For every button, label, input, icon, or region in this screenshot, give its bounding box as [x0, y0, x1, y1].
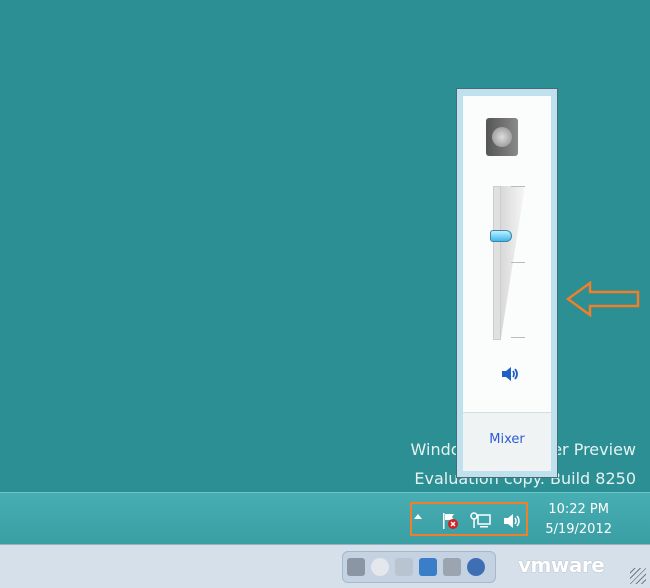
volume-popup: Mixer [456, 88, 558, 478]
notification-area-highlight [410, 502, 528, 536]
taskbar-clock[interactable]: 10:22 PM 5/19/2012 [545, 500, 612, 540]
vmware-status-bar: vmware [0, 544, 650, 588]
hard-disk-icon[interactable] [347, 558, 365, 576]
slider-tick [511, 262, 525, 263]
mixer-area: Mixer [463, 412, 551, 471]
resize-grip[interactable] [630, 568, 646, 584]
action-center-flag-icon[interactable] [440, 511, 460, 531]
sound-card-icon[interactable] [467, 558, 485, 576]
network-icon[interactable] [470, 511, 491, 531]
mute-toggle-button[interactable] [500, 364, 522, 389]
floppy-icon[interactable] [395, 558, 413, 576]
slider-tick [511, 186, 525, 187]
mixer-link[interactable]: Mixer [463, 432, 551, 447]
volume-icon[interactable] [502, 511, 522, 531]
volume-slider[interactable] [490, 186, 525, 340]
speaker-device-icon[interactable] [486, 118, 518, 156]
volume-slider-thumb[interactable] [490, 230, 512, 243]
vmware-logo: vmware [518, 553, 605, 577]
orange-arrow-annotation-icon [566, 281, 640, 317]
volume-track [493, 186, 501, 340]
cd-drive-icon[interactable] [371, 558, 389, 576]
speaker-volume-icon [502, 367, 518, 381]
vmware-device-icons [342, 551, 496, 583]
network-adapter-icon[interactable] [419, 558, 437, 576]
clock-time: 10:22 PM [548, 502, 609, 517]
slider-tick [511, 337, 525, 338]
clock-date: 5/19/2012 [545, 522, 612, 537]
printer-icon[interactable] [443, 558, 461, 576]
